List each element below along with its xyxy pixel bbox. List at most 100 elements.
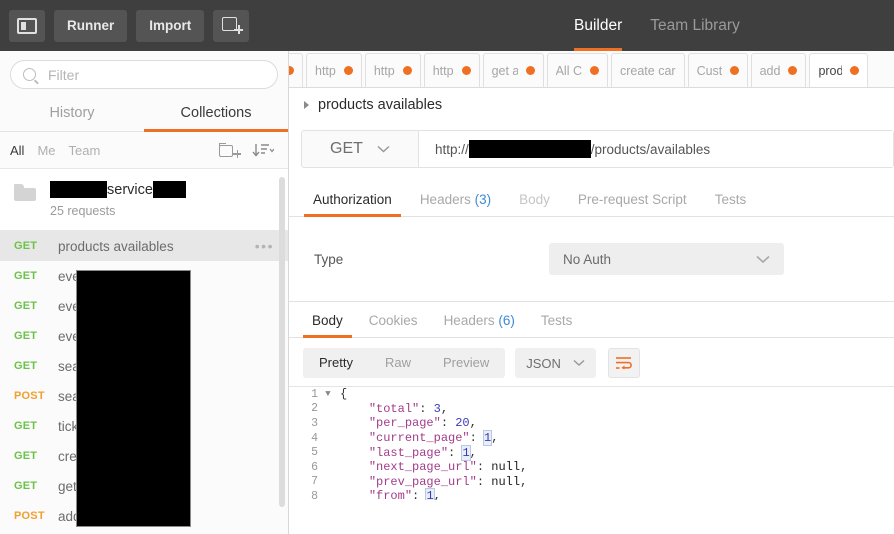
search-input[interactable]: Filter — [10, 60, 278, 89]
runner-button[interactable]: Runner — [54, 9, 128, 42]
response-tab-headers[interactable]: Headers (6) — [431, 313, 528, 337]
code-text: "total": 3, — [368, 401, 449, 416]
request-tab[interactable]: create car — [610, 53, 685, 87]
panel-toggle-icon — [17, 17, 37, 34]
postman-app-window: Runner Import Builder Team Library Filte… — [0, 0, 894, 534]
request-method: GET — [14, 240, 38, 252]
code-text: "from": 1, — [333, 488, 441, 500]
request-tab[interactable]: http — [306, 53, 362, 87]
request-tab-label: http — [315, 63, 336, 78]
scope-filter-me[interactable]: Me — [37, 143, 55, 158]
code-line: 7 "prev_page_url": null, — [289, 475, 894, 490]
import-button[interactable]: Import — [136, 9, 205, 42]
collection-folder-item[interactable]: service 25 requests — [0, 169, 288, 231]
code-line: 8 "from": 1, — [289, 488, 894, 500]
unsaved-dot-icon — [589, 66, 599, 75]
redacted-text — [152, 181, 186, 198]
sort-descending-icon[interactable] — [252, 143, 274, 157]
response-tab-tests[interactable]: Tests — [528, 313, 586, 337]
tab-label: Headers — [419, 192, 471, 207]
response-headers-count-badge: (6) — [498, 313, 515, 328]
url-scheme: http:// — [435, 141, 469, 157]
line-number: 6 — [289, 460, 323, 474]
response-format-value: JSON — [526, 355, 561, 371]
word-wrap-icon[interactable] — [607, 348, 640, 378]
unsaved-dot-icon — [525, 66, 535, 75]
fold-toggle-icon[interactable]: ▼ — [323, 389, 333, 399]
main-panel: http http http get a All C create car Cu… — [289, 51, 894, 534]
tab-headers[interactable]: Headers (3) — [406, 192, 505, 216]
unsaved-dot-icon — [402, 66, 412, 75]
request-method: GET — [14, 420, 38, 432]
scope-filter-all[interactable]: All — [10, 143, 24, 158]
http-method-select[interactable]: GET — [302, 131, 419, 167]
sidebar-tab-history[interactable]: History — [0, 96, 144, 131]
tab-label: Body — [519, 192, 550, 207]
view-pretty-button[interactable]: Pretty — [303, 348, 369, 378]
filter-container: Filter — [0, 51, 288, 96]
request-method: POST — [14, 510, 45, 522]
tab-body[interactable]: Body — [505, 192, 564, 216]
response-format-select[interactable]: JSON — [515, 348, 596, 378]
collection-name: service — [50, 180, 186, 199]
request-method: GET — [14, 360, 38, 372]
sidebar-tab-collections[interactable]: Collections — [144, 96, 288, 132]
code-line: 2 "total": 3, — [289, 402, 894, 417]
new-folder-icon[interactable] — [219, 142, 241, 158]
breadcrumb-label: products availables — [318, 97, 443, 113]
request-tab[interactable]: http — [423, 53, 480, 87]
request-tab-active[interactable]: prod — [809, 53, 869, 87]
tab-pre-request-script[interactable]: Pre-request Script — [564, 192, 701, 216]
breadcrumb[interactable]: products availables — [289, 88, 894, 122]
response-tab-cookies[interactable]: Cookies — [356, 313, 431, 337]
url-input[interactable]: http:// /products/availables — [419, 131, 893, 167]
request-tab[interactable]: add — [750, 53, 807, 87]
nav-tab-team-library[interactable]: Team Library — [636, 0, 754, 51]
http-method-value: GET — [330, 140, 363, 157]
code-text: "current_page": 1, — [368, 430, 499, 447]
unsaved-dot-icon — [788, 66, 798, 75]
request-tab-label: All C — [555, 63, 582, 78]
sidebar: Filter History Collections All Me Team s… — [0, 51, 289, 534]
request-tab[interactable]: All C — [546, 53, 608, 87]
scope-filter-team[interactable]: Team — [69, 143, 101, 158]
request-tab[interactable]: get a — [482, 53, 544, 87]
collection-scope-filters: All Me Team — [0, 132, 288, 169]
request-method: GET — [14, 450, 38, 462]
view-preview-button[interactable]: Preview — [427, 348, 505, 378]
tab-label: Pre-request Script — [577, 192, 687, 207]
nav-tab-builder[interactable]: Builder — [560, 0, 636, 51]
url-bar-container: GET http:// /products/availables — [289, 122, 894, 168]
code-line: 6 "next_page_url": null, — [289, 460, 894, 475]
tab-tests[interactable]: Tests — [701, 192, 761, 216]
tab-label: Tests — [540, 313, 573, 328]
response-section-tabs: Body Cookies Headers (6) Tests — [289, 302, 894, 338]
auth-type-select[interactable]: No Auth — [549, 243, 784, 275]
ellipsis-icon[interactable]: ••• — [255, 238, 274, 254]
request-tab[interactable]: http — [364, 53, 421, 87]
view-raw-button[interactable]: Raw — [369, 348, 427, 378]
response-tab-body[interactable]: Body — [299, 313, 356, 338]
sidebar-toggle-button[interactable] — [9, 9, 45, 42]
application-top-bar: Runner Import Builder Team Library — [0, 0, 894, 51]
line-number: 1 — [289, 387, 323, 401]
new-tab-icon — [221, 17, 243, 34]
redacted-text — [50, 181, 107, 198]
redacted-region — [76, 270, 191, 527]
request-tab[interactable]: Cust — [687, 53, 748, 87]
unsaved-dot-icon — [461, 66, 471, 75]
url-bar: GET http:// /products/availables — [301, 130, 894, 168]
request-tab[interactable] — [289, 53, 303, 87]
code-text: { — [340, 387, 348, 402]
list-item[interactable]: GET products availables ••• — [0, 231, 288, 261]
search-input-placeholder: Filter — [48, 66, 80, 83]
response-body-code[interactable]: 1 ▼{2 "total": 3, 3 "per_page": 20, 4 "curr… — [289, 386, 894, 500]
tab-authorization[interactable]: Authorization — [299, 192, 406, 217]
unsaved-dot-icon — [343, 66, 353, 75]
request-tab-label: http — [373, 63, 395, 78]
new-tab-button[interactable] — [213, 9, 250, 42]
code-line: 5 "last_page": 1, — [289, 444, 894, 461]
tab-label: Body — [312, 313, 343, 328]
sidebar-scrollbar[interactable] — [279, 177, 285, 507]
request-method: GET — [14, 330, 38, 342]
